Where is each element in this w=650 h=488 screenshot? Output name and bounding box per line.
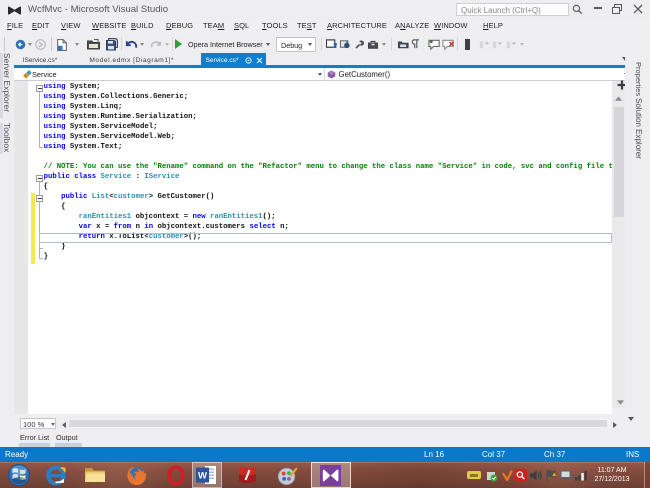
svg-text:W: W — [198, 471, 207, 482]
